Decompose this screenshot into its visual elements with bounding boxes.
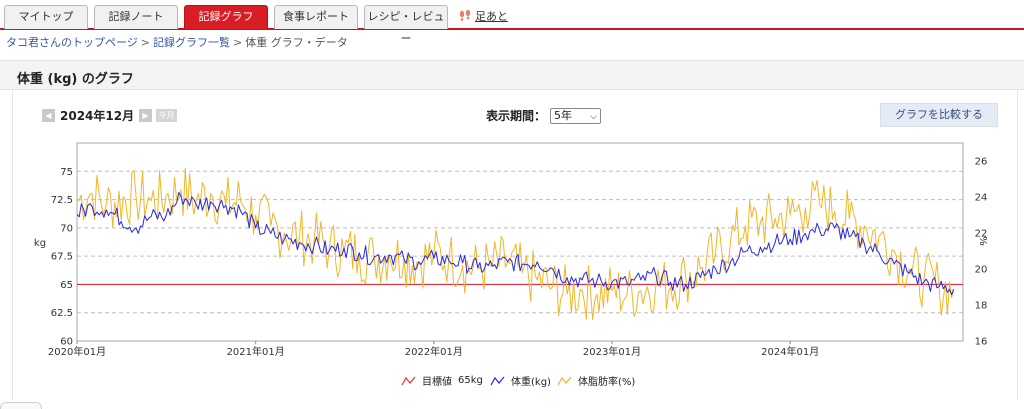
y-left-tick-label: 67.5 [51,252,73,263]
y-right-tick-label: 24 [975,193,988,204]
y-right-axis-label: % [977,236,988,246]
y-right-tick-label: 20 [975,265,988,276]
y-left-tick-label: 70 [60,223,73,234]
legend-target-label: 目標値 [422,377,452,388]
legend-target-value: 65kg [458,375,483,386]
y-left-tick-label: 62.5 [51,308,73,319]
bottom-tab-edge [0,402,42,409]
legend-bodyfat-swatch [557,376,572,385]
y-left-axis-label: kg [34,238,46,249]
y-left-tick-label: 60 [60,337,73,348]
y-left-tick-label: 75 [60,167,73,178]
legend-target-swatch [401,376,416,385]
legend-weight: 体重(kg) [490,373,551,388]
legend-bodyfat-label: 体脂肪率(%) [578,377,636,388]
weight-chart: 6062.56567.57072.575161820222426kg %2020年… [34,142,988,358]
weight-series-line [76,192,955,296]
x-tick-label: 2024年01月 [761,345,819,358]
bodyfat-series-line [76,167,955,321]
legend-target: 目標値 65kg [401,373,483,388]
y-left-tick-label: 72.5 [51,195,73,206]
x-tick-label: 2023年01月 [583,345,641,358]
legend-weight-swatch [490,376,505,385]
chart-legend: 目標値 65kg 体重(kg) 体脂肪率(%) [0,373,1024,388]
x-tick-label: 2022年01月 [405,345,463,358]
legend-bodyfat: 体脂肪率(%) [557,373,635,388]
y-right-tick-label: 16 [975,337,988,348]
y-right-tick-label: 26 [975,157,988,168]
y-right-tick-label: 18 [975,301,988,312]
legend-weight-label: 体重(kg) [511,377,551,388]
y-left-tick-label: 65 [60,280,73,291]
plot-frame [76,142,964,342]
x-tick-label: 2020年01月 [48,345,106,358]
x-tick-label: 2021年01月 [227,345,285,358]
